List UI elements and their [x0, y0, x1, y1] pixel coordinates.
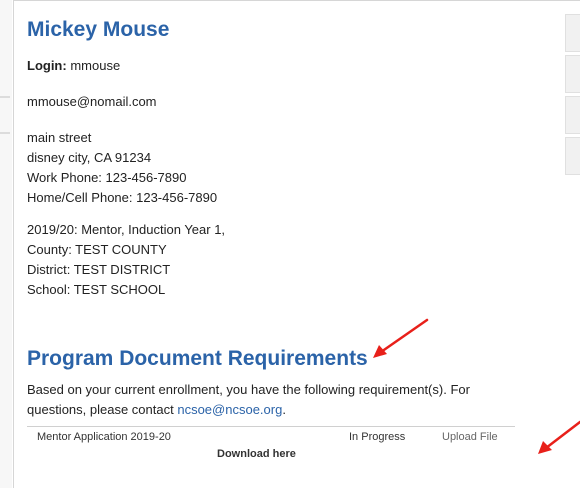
enrollment-line: 2019/20: Mentor, Induction Year 1,	[27, 222, 226, 237]
left-panel-divider	[0, 132, 10, 134]
county-line: County: TEST COUNTY	[27, 242, 167, 257]
requirements-table: Mentor Application 2019-20 In Progress U…	[27, 426, 515, 469]
enrollment-block: 2019/20: Mentor, Induction Year 1, Count…	[27, 220, 557, 300]
left-panel-divider	[0, 96, 10, 98]
table-row: Mentor Application 2019-20 In Progress U…	[27, 427, 515, 447]
status-text: In Progress	[349, 431, 406, 443]
login-label: Login:	[27, 58, 67, 73]
requirements-title: Program Document Requirements	[27, 347, 368, 370]
requirements-intro: Based on your current enrollment, you ha…	[27, 380, 527, 420]
district-line: District: TEST DISTRICT	[27, 262, 171, 277]
download-link[interactable]: Download here	[217, 448, 296, 460]
download-row: Download here	[27, 447, 515, 469]
side-tab[interactable]	[565, 14, 580, 52]
school-line: School: TEST SCHOOL	[27, 282, 166, 297]
annotation-arrow-upload	[538, 420, 580, 454]
email-address: mmouse@nomail.com	[27, 94, 157, 109]
upload-file-link[interactable]: Upload File	[442, 431, 498, 443]
address-block: main street disney city, CA 91234 Work P…	[27, 128, 557, 208]
street-line: main street	[27, 130, 92, 145]
user-name: Mickey Mouse	[27, 18, 170, 41]
work-phone: Work Phone: 123-456-7890	[27, 170, 187, 185]
city-line: disney city, CA 91234	[27, 150, 152, 165]
contact-email-link[interactable]: ncsoe@ncsoe.org	[177, 402, 282, 417]
document-name: Mentor Application 2019-20	[37, 431, 171, 443]
right-side-tabs	[565, 14, 580, 178]
home-phone: Home/Cell Phone: 123-456-7890	[27, 190, 218, 205]
side-tab[interactable]	[565, 96, 580, 134]
left-panel-edge	[0, 0, 12, 488]
side-tab[interactable]	[565, 55, 580, 93]
login-line: Login: mmouse	[27, 56, 557, 76]
annotation-arrow-title	[373, 318, 429, 358]
profile-content: Mickey Mouse Login: mmouse mmouse@nomail…	[27, 14, 557, 469]
intro-end: .	[282, 402, 286, 417]
side-tab[interactable]	[565, 137, 580, 175]
login-value: mmouse	[70, 58, 121, 73]
